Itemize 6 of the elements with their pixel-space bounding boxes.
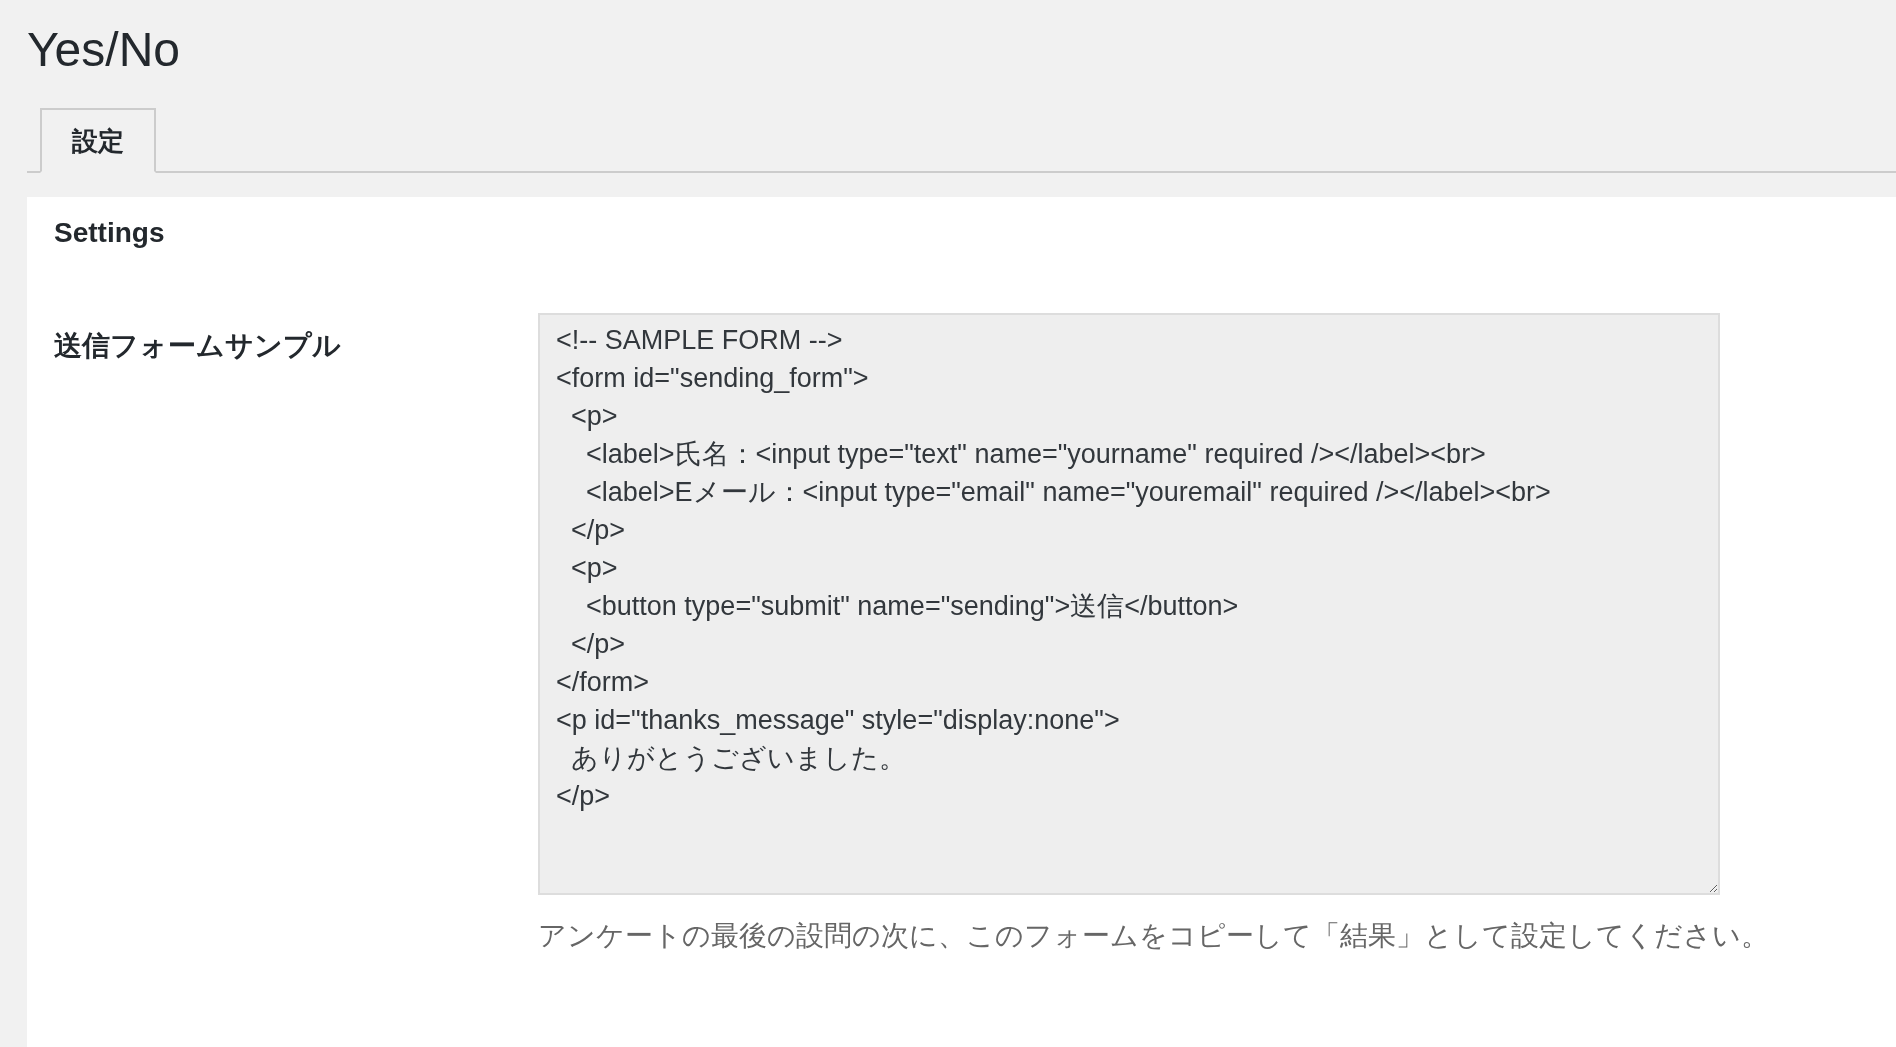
page-title: Yes/No	[27, 22, 181, 78]
code-textarea[interactable]: <!-- SAMPLE FORM --> <form id="sending_form"> <p> <label>氏名：<input type="text" name="yourname" required /></label><br> <label>Eメール：<input type="email" name="youremail" required /></label><br> </p> <p> <button type="submit" name="sending">送信</button> </p> </form> <p id="thanks_message" style="display:none"> ありがとうございました。 </p>	[538, 313, 1720, 895]
field-description: アンケートの最後の設問の次に、このフォームをコピーして「結果」として設定してください。	[538, 919, 1770, 953]
field-label: 送信フォームサンプル	[54, 329, 342, 363]
section-heading: Settings	[54, 217, 166, 249]
tab[interactable]: 設定	[40, 108, 156, 173]
